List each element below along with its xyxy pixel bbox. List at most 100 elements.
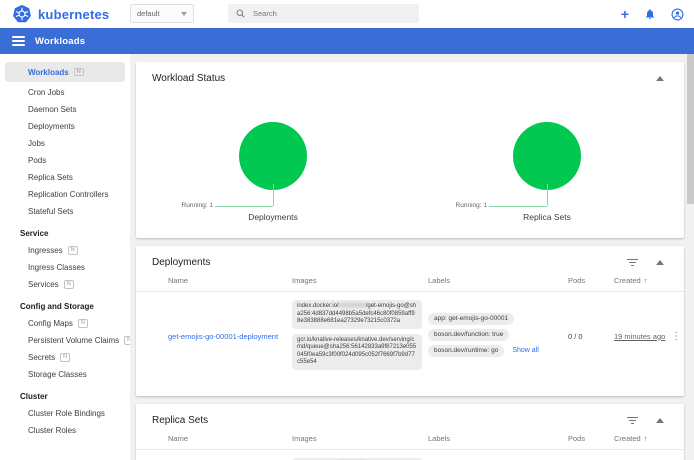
workload-status-title: Workload Status bbox=[152, 73, 225, 84]
pie-slice-running[interactable] bbox=[513, 122, 581, 190]
replica-set-table-row[interactable]: get-emojis-go-00001-deployment- index.do… bbox=[136, 450, 684, 460]
namespace-selector[interactable]: default bbox=[130, 4, 194, 23]
sidebar-item-label: Daemon Sets bbox=[28, 105, 76, 114]
main-content: Workload Status Running: 1 Deployments bbox=[130, 54, 694, 460]
namespaced-badge: N bbox=[78, 319, 88, 328]
replica-sets-title: Replica Sets bbox=[152, 415, 208, 426]
filter-icon[interactable] bbox=[627, 417, 638, 424]
page-title: Workloads bbox=[35, 36, 85, 47]
sidebar-section-cluster: Cluster bbox=[0, 387, 130, 405]
col-header-name[interactable]: Name bbox=[168, 434, 286, 443]
namespaced-badge: N bbox=[60, 353, 70, 362]
menu-hamburger-icon[interactable] bbox=[12, 36, 25, 46]
notifications-bell-icon[interactable] bbox=[644, 8, 656, 20]
search-input[interactable] bbox=[253, 9, 403, 18]
page-scrollbar[interactable] bbox=[687, 54, 694, 460]
sidebar-item-workloads[interactable]: Workloads N bbox=[5, 62, 125, 82]
sidebar-nav: Workloads N Cron Jobs Daemon Sets Deploy… bbox=[0, 54, 130, 460]
kubernetes-logo[interactable]: kubernetes bbox=[12, 4, 109, 24]
pie-chart-title: Replica Sets bbox=[523, 212, 571, 222]
pie-legend-label: Running: 1 bbox=[182, 202, 213, 209]
label-chip: app: get-emojis-go-00001 bbox=[428, 313, 514, 325]
label-chip: boson.dev/function: true bbox=[428, 329, 509, 341]
created-time-link[interactable]: 19 minutes ago bbox=[614, 332, 665, 341]
col-header-name[interactable]: Name bbox=[168, 276, 286, 285]
col-header-images[interactable]: Images bbox=[292, 434, 422, 443]
col-header-created[interactable]: Created↑ bbox=[614, 276, 654, 285]
sidebar-item-label: Storage Classes bbox=[28, 370, 87, 379]
create-resource-button[interactable]: + bbox=[621, 7, 629, 21]
sidebar-item-cluster-roles[interactable]: Cluster Roles bbox=[0, 422, 130, 439]
sidebar-item-label: Cluster Role Bindings bbox=[28, 409, 105, 418]
kubernetes-helm-icon bbox=[12, 4, 32, 24]
image-chip: index.docker.io/xxxxxxxxx/get-emojis-go@… bbox=[292, 300, 422, 329]
namespace-value: default bbox=[137, 9, 160, 18]
sidebar-item-secrets[interactable]: Secrets N bbox=[0, 349, 130, 366]
page-toolbar: Workloads bbox=[0, 28, 694, 54]
sidebar-item-label: Config Maps bbox=[28, 319, 73, 328]
sidebar-item-daemon-sets[interactable]: Daemon Sets bbox=[0, 101, 130, 118]
sidebar-item-cron-jobs[interactable]: Cron Jobs bbox=[0, 84, 130, 101]
sidebar-item-label: Cluster Roles bbox=[28, 426, 76, 435]
replica-sets-table-header: Name Images Labels Pods Created↑ bbox=[136, 428, 684, 450]
sidebar-item-cluster-role-bindings[interactable]: Cluster Role Bindings bbox=[0, 405, 130, 422]
pie-slice-running[interactable] bbox=[239, 122, 307, 190]
deployments-card: Deployments Name Images Labels Pods Crea… bbox=[136, 246, 684, 396]
sidebar-item-deployments[interactable]: Deployments bbox=[0, 118, 130, 135]
kubernetes-dashboard: kubernetes default + bbox=[0, 0, 694, 460]
col-header-images[interactable]: Images bbox=[292, 276, 422, 285]
sidebar-item-services[interactable]: Services N bbox=[0, 276, 130, 293]
workload-status-card: Workload Status Running: 1 Deployments bbox=[136, 62, 684, 238]
collapse-caret-icon[interactable] bbox=[656, 418, 664, 423]
sidebar-item-storage-classes[interactable]: Storage Classes bbox=[0, 366, 130, 383]
sidebar-item-label: Cron Jobs bbox=[28, 88, 64, 97]
header-actions: + bbox=[621, 0, 684, 28]
sidebar-item-jobs[interactable]: Jobs bbox=[0, 135, 130, 152]
sidebar-item-stateful-sets[interactable]: Stateful Sets bbox=[0, 203, 130, 220]
sidebar-item-label: Deployments bbox=[28, 122, 75, 131]
sidebar-item-label: Replication Controllers bbox=[28, 190, 108, 199]
sidebar-item-label: Replica Sets bbox=[28, 173, 73, 182]
deployment-name-link[interactable]: get-emojis-go-00001-deployment bbox=[168, 332, 278, 341]
replica-sets-pie-chart: Running: 1 Replica Sets bbox=[410, 122, 684, 222]
legend-connector bbox=[489, 206, 547, 207]
collapse-caret-icon[interactable] bbox=[656, 76, 664, 81]
brand-name: kubernetes bbox=[38, 7, 109, 22]
sidebar-item-replica-sets[interactable]: Replica Sets bbox=[0, 169, 130, 186]
filter-icon[interactable] bbox=[627, 259, 638, 266]
sidebar-item-replication-controllers[interactable]: Replication Controllers bbox=[0, 186, 130, 203]
sidebar-item-pods[interactable]: Pods bbox=[0, 152, 130, 169]
sidebar-section-service: Service bbox=[0, 224, 130, 242]
sidebar-item-ingresses[interactable]: Ingresses N bbox=[0, 242, 130, 259]
col-header-created[interactable]: Created↑ bbox=[614, 434, 654, 443]
col-header-labels[interactable]: Labels bbox=[428, 434, 562, 443]
deployment-table-row[interactable]: get-emojis-go-00001-deployment index.doc… bbox=[136, 292, 684, 378]
sidebar-item-label: Ingresses bbox=[28, 246, 63, 255]
pie-legend-label: Running: 1 bbox=[456, 202, 487, 209]
legend-connector bbox=[215, 206, 273, 207]
sidebar-item-label: Pods bbox=[28, 156, 46, 165]
show-all-labels-link[interactable]: Show all bbox=[512, 347, 538, 354]
sort-ascending-icon: ↑ bbox=[644, 276, 648, 285]
row-menu-kebab-icon[interactable]: ⋮ bbox=[671, 331, 681, 342]
col-header-pods[interactable]: Pods bbox=[568, 434, 608, 443]
deployments-pie-chart: Running: 1 Deployments bbox=[136, 122, 410, 222]
replica-sets-card: Replica Sets Name Images Labels Pods Cre… bbox=[136, 404, 684, 460]
sidebar-item-persistent-volume-claims[interactable]: Persistent Volume Claims N bbox=[0, 332, 130, 349]
sidebar-item-label: Secrets bbox=[28, 353, 55, 362]
sidebar-item-label: Services bbox=[28, 280, 59, 289]
scrollbar-thumb[interactable] bbox=[687, 54, 694, 204]
sidebar-item-label: Stateful Sets bbox=[28, 207, 73, 216]
pods-count: 0 / 0 bbox=[568, 332, 583, 341]
collapse-caret-icon[interactable] bbox=[656, 260, 664, 265]
col-header-pods[interactable]: Pods bbox=[568, 276, 608, 285]
namespaced-badge: N bbox=[74, 68, 84, 77]
user-account-icon[interactable] bbox=[671, 8, 684, 21]
sidebar-item-config-maps[interactable]: Config Maps N bbox=[0, 315, 130, 332]
search-icon bbox=[236, 9, 245, 18]
sidebar-item-label: Jobs bbox=[28, 139, 45, 148]
sidebar-item-ingress-classes[interactable]: Ingress Classes bbox=[0, 259, 130, 276]
search-bar[interactable] bbox=[228, 4, 419, 23]
chevron-down-icon bbox=[181, 12, 187, 16]
col-header-labels[interactable]: Labels bbox=[428, 276, 562, 285]
